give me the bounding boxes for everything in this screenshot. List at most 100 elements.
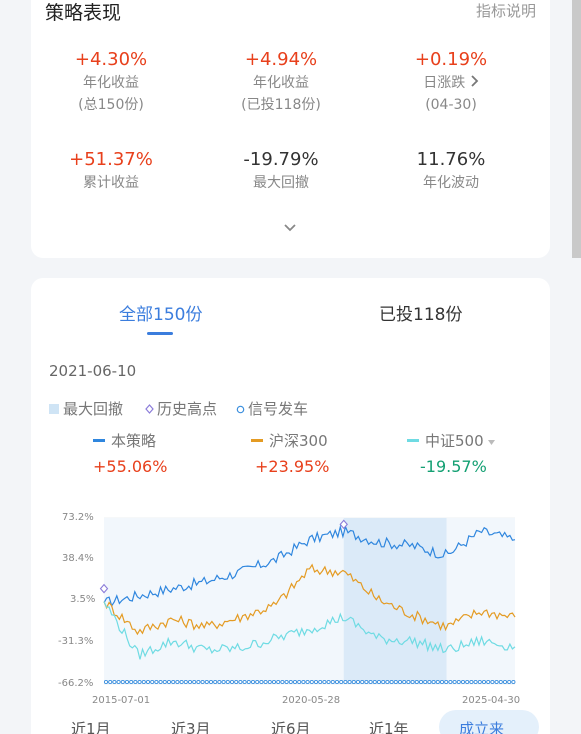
signal-marker <box>166 679 172 685</box>
drawdown-area <box>343 518 447 684</box>
signal-marker <box>120 679 125 685</box>
metric-value: +51.37% <box>69 149 153 170</box>
strategy-return: +55.06% <box>93 457 168 476</box>
signal-marker <box>397 679 403 685</box>
signal-marker <box>402 679 407 685</box>
metric-value: -19.79% <box>243 149 319 170</box>
legend-strategy[interactable]: 本策略 <box>93 430 156 451</box>
signal-marker <box>473 679 478 685</box>
signal-marker <box>334 679 340 685</box>
chart-card: 全部150份 已投118份 2021-06-10 最大回撤 历史高点 信号发车 … <box>31 278 550 734</box>
metric-label: 累计收益 <box>83 175 139 191</box>
signal-marker <box>141 679 146 685</box>
signal-marker <box>301 679 306 685</box>
signal-marker <box>347 679 352 685</box>
period-since-inception[interactable]: 成立来 <box>459 718 504 734</box>
period-6m[interactable]: 近6月 <box>271 718 311 734</box>
signal-marker <box>276 679 281 685</box>
period-3m[interactable]: 近3月 <box>171 718 211 734</box>
metric-value: 11.76% <box>416 149 486 170</box>
card-title: 策略表现 <box>45 2 122 24</box>
signal-marker <box>259 679 264 685</box>
signal-marker <box>511 679 516 685</box>
performance-chart[interactable] <box>31 506 550 696</box>
metric-cumulative: +51.37% 累计收益 <box>31 148 191 194</box>
signal-marker <box>200 679 205 685</box>
signal-marker <box>192 679 197 685</box>
signal-marker <box>175 679 180 685</box>
tab-invested[interactable]: 已投118份 <box>379 300 462 325</box>
signal-marker <box>330 679 335 685</box>
signal-marker <box>116 679 121 685</box>
signal-marker <box>137 679 142 685</box>
signal-marker <box>486 679 491 685</box>
scrollbar-thumb[interactable] <box>572 0 581 258</box>
tab-all[interactable]: 全部150份 <box>119 300 202 325</box>
signal-marker <box>410 679 415 685</box>
signal-marker <box>217 679 222 685</box>
period-1y[interactable]: 近1年 <box>369 718 409 734</box>
signal-marker <box>187 679 193 685</box>
signal-marker <box>309 679 314 685</box>
signal-marker <box>179 679 184 685</box>
performance-card: 策略表现 指标说明 +4.30% 年化收益 (总150份) +4.94% 年化收… <box>31 0 550 258</box>
legend-hs300[interactable]: 沪深300 <box>251 430 328 451</box>
signal-marker <box>393 679 398 685</box>
signal-marker <box>154 679 159 685</box>
x-tick-label: 2015-07-01 <box>92 695 151 706</box>
signal-marker <box>444 679 449 685</box>
signal-marker <box>238 679 243 685</box>
plot-background <box>104 518 515 684</box>
signal-marker <box>213 679 218 685</box>
x-tick-label: 2020-05-28 <box>282 695 341 706</box>
signal-marker <box>103 679 109 685</box>
signal-marker <box>448 679 453 685</box>
selected-date: 2021-06-10 <box>49 362 137 380</box>
expand-chevron-down-icon[interactable] <box>280 220 300 234</box>
signal-marker <box>162 679 167 685</box>
signal-marker <box>326 679 331 685</box>
signal-marker <box>288 679 293 685</box>
signal-marker <box>360 679 365 685</box>
signal-marker <box>271 679 277 685</box>
signal-marker <box>351 679 356 685</box>
signal-marker <box>498 679 503 685</box>
signal-marker <box>234 679 239 685</box>
triangle-down-icon[interactable] <box>487 432 496 450</box>
signal-marker <box>225 679 230 685</box>
metric-sub: (已投118份) <box>241 97 321 113</box>
signal-marker <box>427 679 432 685</box>
signal-marker <box>229 679 235 685</box>
signal-marker <box>414 679 419 685</box>
line-swatch-icon <box>93 439 105 442</box>
metric-sub: (04-30) <box>425 97 477 113</box>
signal-marker <box>280 679 285 685</box>
signal-marker <box>246 679 251 685</box>
signal-marker <box>385 679 390 685</box>
signal-marker <box>343 679 348 685</box>
signal-marker <box>465 679 470 685</box>
signal-marker <box>502 679 508 685</box>
metric-label: 年化波动 <box>423 175 479 191</box>
signal-marker <box>255 679 260 685</box>
signal-marker <box>339 679 344 685</box>
signal-marker <box>208 679 214 685</box>
signal-marker <box>242 679 247 685</box>
signal-marker <box>494 679 499 685</box>
signal-marker <box>250 679 256 685</box>
legend-zz500[interactable]: 中证500 <box>407 430 496 451</box>
signal-marker <box>124 679 130 685</box>
indicator-help-link[interactable]: 指标说明 <box>476 0 536 21</box>
metric-max-drawdown: -19.79% 最大回撤 <box>201 148 361 194</box>
signal-marker <box>150 679 155 685</box>
signal-marker <box>364 679 369 685</box>
period-1m[interactable]: 近1月 <box>71 718 111 734</box>
signal-marker <box>108 679 113 685</box>
signal-marker <box>297 679 302 685</box>
signal-marker <box>372 679 377 685</box>
signal-marker <box>490 679 495 685</box>
signal-marker <box>439 679 445 685</box>
metric-label: 日涨跌 <box>371 72 531 94</box>
metric-daily-change[interactable]: +0.19% 日涨跌 (04-30) <box>371 48 531 116</box>
chevron-right-icon <box>470 72 479 94</box>
